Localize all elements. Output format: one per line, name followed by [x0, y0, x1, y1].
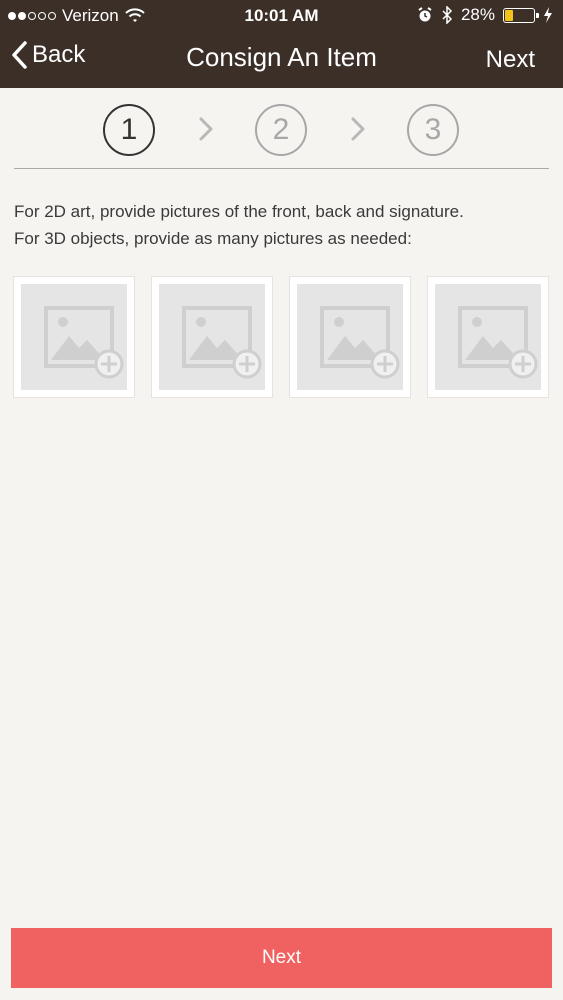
next-button[interactable]: Next	[11, 928, 552, 988]
page-title: Consign An Item	[186, 42, 377, 72]
divider	[14, 168, 549, 169]
add-image-icon	[182, 306, 262, 379]
next-button-label: Next	[261, 947, 302, 968]
add-photo-slot-1[interactable]	[13, 276, 135, 398]
add-image-icon	[458, 306, 538, 379]
step-indicator: 1 2 3	[0, 100, 563, 160]
photo-placeholder	[297, 284, 403, 390]
photo-placeholder	[435, 284, 541, 390]
instructions-line-2: For 3D objects, provide as many pictures…	[14, 229, 412, 248]
battery-fill	[505, 9, 513, 21]
battery-icon	[503, 7, 539, 23]
add-photo-slot-4[interactable]	[427, 276, 549, 398]
status-bar: Verizon 10:01 AM 28%	[0, 0, 563, 32]
instructions-line-1: For 2D art, provide pictures of the fron…	[14, 202, 464, 221]
next-nav-button[interactable]: Next	[486, 46, 535, 74]
step-3: 3	[407, 104, 459, 156]
charging-bolt-icon	[544, 7, 552, 23]
instructions-text: For 2D art, provide pictures of the fron…	[14, 198, 554, 252]
alarm-clock-icon	[418, 7, 432, 22]
add-image-icon	[44, 306, 124, 379]
battery-percent: 28%	[460, 5, 495, 24]
chevron-right-icon	[199, 117, 213, 141]
photo-placeholder	[21, 284, 127, 390]
add-image-icon	[320, 306, 400, 379]
nav-bar: Back Consign An Item Next	[0, 32, 563, 88]
add-photo-slot-2[interactable]	[151, 276, 273, 398]
top-bar: Verizon 10:01 AM 28% Back Consign An Ite…	[0, 0, 563, 88]
bluetooth-icon	[442, 6, 453, 24]
photo-placeholder	[159, 284, 265, 390]
step-1: 1	[103, 104, 155, 156]
step-2: 2	[255, 104, 307, 156]
chevron-right-icon	[351, 117, 365, 141]
add-photo-slot-3[interactable]	[289, 276, 411, 398]
